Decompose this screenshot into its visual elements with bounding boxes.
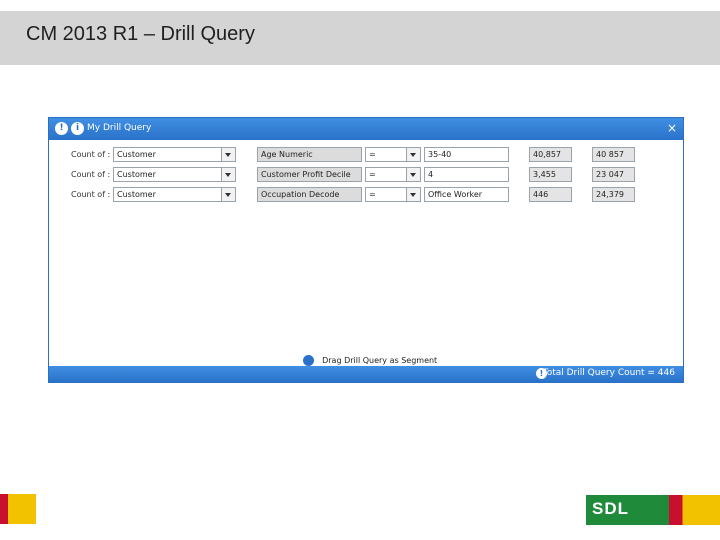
chevron-down-icon[interactable]: [221, 188, 235, 201]
chevron-down-icon[interactable]: [406, 188, 420, 201]
entity-select[interactable]: Customer: [113, 187, 236, 202]
value-input[interactable]: Office Worker: [424, 187, 509, 202]
chevron-down-icon[interactable]: [406, 148, 420, 161]
operator-select[interactable]: =: [365, 147, 421, 162]
operator-select[interactable]: =: [365, 187, 421, 202]
pin-icon[interactable]: !: [55, 122, 68, 135]
sdl-logo: SDL: [586, 495, 720, 525]
chevron-down-icon[interactable]: [221, 148, 235, 161]
entity-select[interactable]: Customer: [113, 147, 236, 162]
attribute-value: Age Numeric: [261, 150, 313, 159]
drag-drill-query-handle[interactable]: Drag Drill Query as Segment: [303, 350, 438, 366]
attribute-field[interactable]: Customer Profit Decile: [257, 167, 362, 182]
slide-title: CM 2013 R1 – Drill Query: [26, 23, 255, 45]
window-title: My Drill Query: [87, 123, 152, 133]
window-statusbar: ! Total Drill Query Count = 446: [49, 366, 683, 382]
info-icon[interactable]: i: [71, 122, 84, 135]
row-label: Count of :: [71, 170, 111, 179]
total-value: 40 857: [592, 147, 635, 162]
entity-select[interactable]: Customer: [113, 167, 236, 182]
segment-icon: [303, 355, 314, 366]
attribute-field[interactable]: Occupation Decode: [257, 187, 362, 202]
drag-label: Drag Drill Query as Segment: [322, 356, 438, 365]
footer-accent-square: [0, 494, 36, 524]
total-count-status: Total Drill Query Count = 446: [542, 368, 675, 378]
count-value: 40,857: [529, 147, 572, 162]
count-value: 3,455: [529, 167, 572, 182]
chevron-down-icon[interactable]: [221, 168, 235, 181]
total-value: 24,379: [592, 187, 635, 202]
row-label: Count of :: [71, 190, 111, 199]
entity-value: Customer: [117, 170, 156, 179]
attribute-value: Customer Profit Decile: [261, 170, 351, 179]
operator-value: =: [369, 150, 376, 159]
operator-select[interactable]: =: [365, 167, 421, 182]
entity-value: Customer: [117, 150, 156, 159]
chevron-down-icon[interactable]: [406, 168, 420, 181]
attribute-field[interactable]: Age Numeric: [257, 147, 362, 162]
operator-value: =: [369, 170, 376, 179]
sdl-logo-text: SDL: [592, 499, 629, 518]
total-value: 23 047: [592, 167, 635, 182]
row-label: Count of :: [71, 150, 111, 159]
window-titlebar: ! i My Drill Query ×: [49, 118, 683, 140]
attribute-value: Occupation Decode: [261, 190, 340, 199]
close-icon[interactable]: ×: [667, 121, 677, 135]
value-input[interactable]: 4: [424, 167, 509, 182]
value-input[interactable]: 35-40: [424, 147, 509, 162]
drill-query-window: ! i My Drill Query × Count of : Customer…: [48, 117, 684, 383]
entity-value: Customer: [117, 190, 156, 199]
count-value: 446: [529, 187, 572, 202]
operator-value: =: [369, 190, 376, 199]
